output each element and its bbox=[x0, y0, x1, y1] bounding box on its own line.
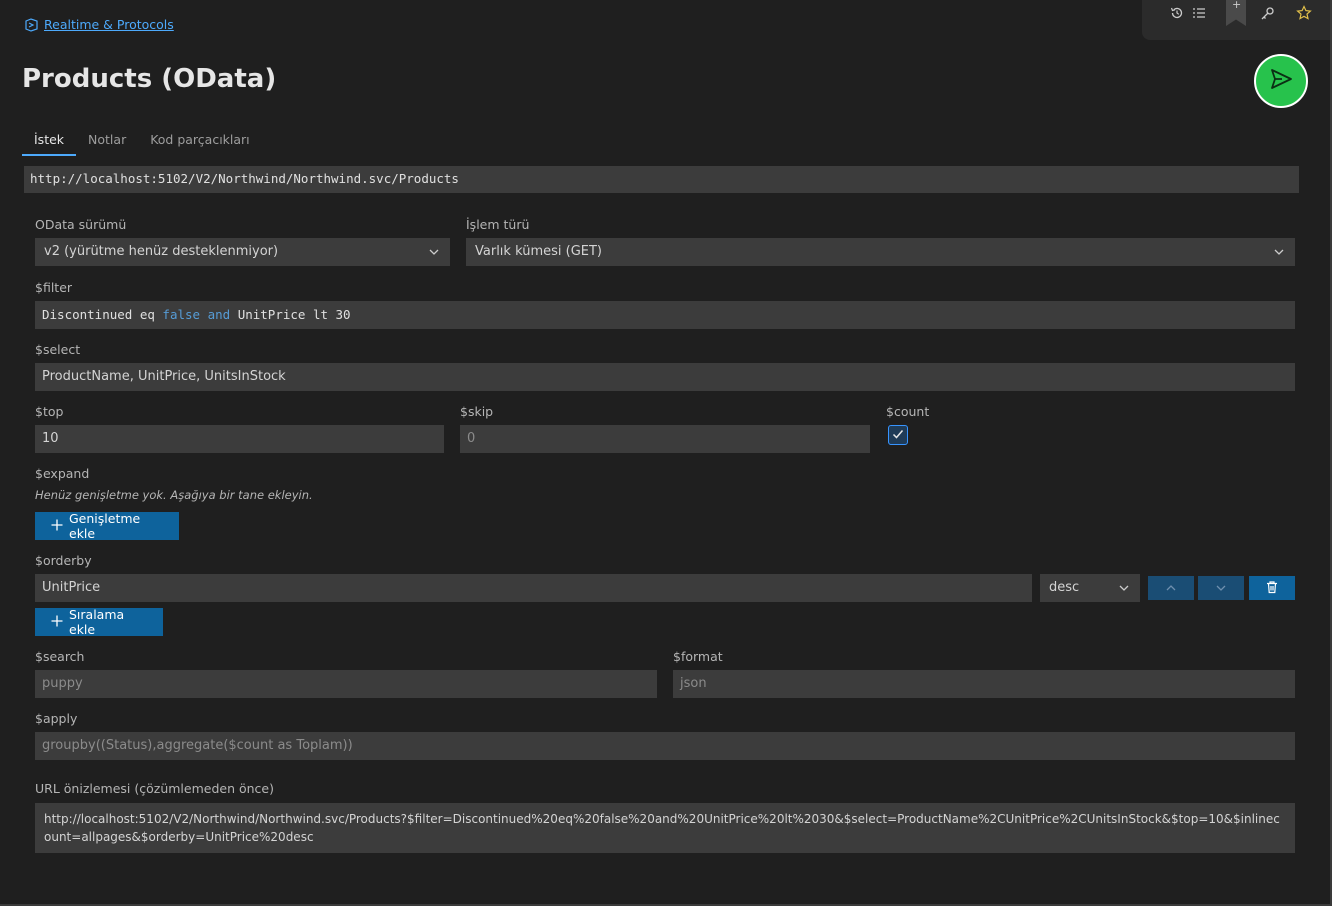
plus-icon bbox=[51, 519, 63, 534]
history-icon[interactable] bbox=[1168, 4, 1186, 22]
tab-request[interactable]: İstek bbox=[22, 130, 77, 156]
plus-icon bbox=[51, 615, 63, 630]
bookmark-icon[interactable]: + bbox=[1226, 0, 1246, 26]
top-label: $top bbox=[35, 404, 64, 419]
move-up-button[interactable] bbox=[1148, 576, 1194, 600]
tab-snippets[interactable]: Kod parçacıkları bbox=[138, 130, 261, 156]
delete-orderby-button[interactable] bbox=[1249, 576, 1295, 600]
chevron-down-icon bbox=[1273, 246, 1285, 262]
chevron-down-icon bbox=[1215, 579, 1227, 598]
page-title: Products (OData) bbox=[22, 64, 277, 94]
filter-text: Discontinued eq bbox=[42, 307, 163, 322]
operation-value: Varlık kümesi (GET) bbox=[475, 244, 602, 259]
search-input[interactable]: puppy bbox=[35, 670, 657, 698]
format-label: $format bbox=[673, 649, 723, 664]
orderby-direction-select[interactable]: desc bbox=[1040, 574, 1140, 602]
breadcrumb[interactable]: Realtime & Protocols bbox=[24, 17, 174, 32]
add-orderby-label: Sıralama ekle bbox=[69, 607, 125, 637]
trash-icon bbox=[1265, 579, 1279, 598]
top-input[interactable]: 10 bbox=[35, 425, 444, 453]
count-checkbox[interactable] bbox=[888, 425, 908, 445]
filter-keyword: false bbox=[162, 307, 201, 322]
tab-notes[interactable]: Notlar bbox=[76, 130, 138, 156]
filter-label: $filter bbox=[35, 280, 73, 295]
url-preview-label: URL önizlemesi (çözümlemeden önce) bbox=[35, 781, 274, 796]
send-button[interactable] bbox=[1254, 54, 1308, 108]
select-input[interactable]: ProductName, UnitPrice, UnitsInStock bbox=[35, 363, 1295, 391]
operation-label: İşlem türü bbox=[466, 217, 530, 232]
url-preview: http://localhost:5102/V2/Northwind/North… bbox=[35, 803, 1295, 853]
odata-version-label: OData sürümü bbox=[35, 217, 127, 232]
operation-select[interactable]: Varlık kümesi (GET) bbox=[466, 238, 1295, 266]
orderby-direction-value: desc bbox=[1049, 580, 1080, 595]
orderby-label: $orderby bbox=[35, 553, 92, 568]
count-label: $count bbox=[886, 404, 930, 419]
add-orderby-button[interactable]: Sıralama ekle bbox=[35, 607, 163, 637]
key-icon[interactable] bbox=[1258, 4, 1276, 22]
apply-input[interactable]: groupby((Status),aggregate($count as Top… bbox=[35, 732, 1295, 760]
chevron-up-icon bbox=[1165, 579, 1177, 598]
select-label: $select bbox=[35, 342, 81, 357]
star-icon[interactable] bbox=[1295, 4, 1313, 22]
odata-version-select[interactable]: v2 (yürütme henüz desteklenmiyor) bbox=[35, 238, 450, 266]
search-label: $search bbox=[35, 649, 85, 664]
protocols-icon bbox=[24, 17, 40, 32]
move-down-button[interactable] bbox=[1198, 576, 1244, 600]
filter-keyword: and bbox=[207, 307, 231, 322]
filter-text: UnitPrice lt 30 bbox=[230, 307, 351, 322]
check-icon bbox=[891, 426, 905, 445]
skip-label: $skip bbox=[460, 404, 494, 419]
filter-text bbox=[200, 307, 208, 322]
add-expand-button[interactable]: Genişletme ekle bbox=[35, 511, 179, 541]
list-icon[interactable] bbox=[1190, 4, 1208, 22]
skip-input[interactable]: 0 bbox=[460, 425, 870, 453]
breadcrumb-link[interactable]: Realtime & Protocols bbox=[44, 17, 174, 32]
odata-version-value: v2 (yürütme henüz desteklenmiyor) bbox=[44, 244, 279, 259]
filter-input[interactable]: Discontinued eq false and UnitPrice lt 3… bbox=[35, 301, 1295, 329]
request-url-input[interactable]: http://localhost:5102/V2/Northwind/North… bbox=[24, 166, 1299, 193]
chevron-down-icon bbox=[428, 246, 440, 262]
expand-label: $expand bbox=[35, 466, 90, 481]
chevron-down-icon bbox=[1118, 582, 1130, 598]
format-input[interactable]: json bbox=[673, 670, 1295, 698]
apply-label: $apply bbox=[35, 711, 78, 726]
tab-bar: İstek Notlar Kod parçacıkları bbox=[22, 130, 262, 156]
bookmark-plus: + bbox=[1232, 0, 1242, 11]
add-expand-label: Genişletme ekle bbox=[69, 511, 141, 541]
toolbar: + bbox=[1142, 0, 1332, 40]
send-icon bbox=[1268, 66, 1294, 96]
expand-hint: Henüz genişletme yok. Aşağıya bir tane e… bbox=[35, 488, 313, 502]
orderby-field-input[interactable]: UnitPrice bbox=[35, 574, 1032, 602]
